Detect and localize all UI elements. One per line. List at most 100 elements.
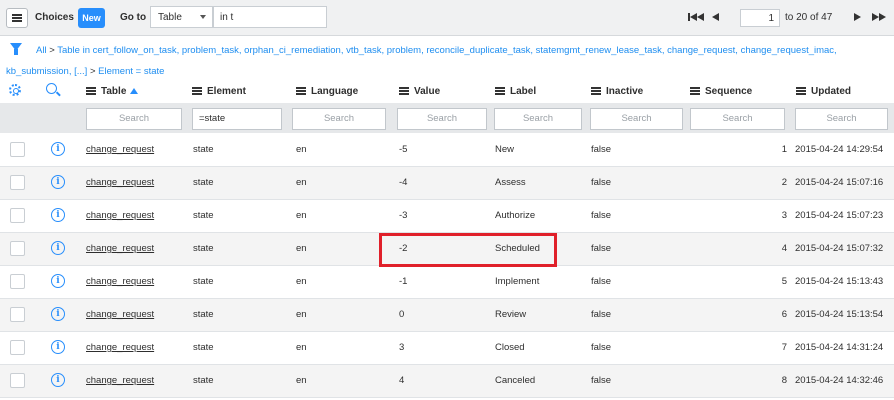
- goto-search-input[interactable]: in t: [213, 6, 327, 28]
- search-input-table[interactable]: Search: [86, 108, 182, 130]
- column-header-updated[interactable]: Updated: [796, 81, 851, 101]
- info-icon[interactable]: i: [51, 307, 65, 321]
- goto-label: Go to: [120, 12, 147, 23]
- cell-sequence: 4: [781, 243, 787, 254]
- cell-element: state: [193, 375, 214, 386]
- previous-page-button[interactable]: [712, 13, 719, 24]
- cell-value: -4: [399, 177, 408, 188]
- cell-sequence: 6: [781, 309, 787, 320]
- search-icon[interactable]: [46, 83, 57, 94]
- cell-label: Closed: [495, 342, 525, 353]
- cell-language: en: [296, 309, 307, 320]
- search-input-element[interactable]: =state: [192, 108, 282, 130]
- cell-label: Assess: [495, 177, 526, 188]
- cell-inactive: false: [591, 144, 612, 155]
- breadcrumb: All > Table in cert_follow_on_task, prob…: [36, 45, 837, 56]
- choices-label[interactable]: Choices: [35, 12, 74, 23]
- column-header-inactive[interactable]: Inactive: [591, 81, 643, 101]
- cell-table[interactable]: change_request: [86, 309, 154, 320]
- column-menu-icon[interactable]: [591, 90, 601, 92]
- cell-inactive: false: [591, 276, 612, 287]
- last-page-button[interactable]: [872, 13, 886, 24]
- table-row[interactable]: i change_request state en -4 Assess false 2 2015…: [0, 167, 894, 200]
- row-checkbox[interactable]: [10, 241, 25, 256]
- row-checkbox[interactable]: [10, 208, 25, 223]
- table-row[interactable]: i change_request state en 0 Review false 6 2015-…: [0, 299, 894, 332]
- cell-table[interactable]: change_request: [86, 243, 154, 254]
- breadcrumb-all[interactable]: All: [36, 45, 47, 56]
- cell-element: state: [193, 243, 214, 254]
- cell-table[interactable]: change_request: [86, 342, 154, 353]
- column-header-label[interactable]: Label: [495, 81, 536, 101]
- column-header-value[interactable]: Value: [399, 81, 440, 101]
- cell-updated: 2015-04-24 15:07:16: [795, 177, 884, 188]
- cell-value: -5: [399, 144, 408, 155]
- search-input-language[interactable]: Search: [292, 108, 386, 130]
- breadcrumb-table-condition[interactable]: Table in cert_follow_on_task, problem_ta…: [57, 45, 836, 56]
- column-menu-icon[interactable]: [192, 90, 202, 92]
- goto-field-value: Table: [158, 12, 182, 23]
- cell-updated: 2015-04-24 15:13:43: [795, 276, 884, 287]
- column-menu-icon[interactable]: [399, 90, 409, 92]
- column-menu-icon[interactable]: [86, 90, 96, 92]
- search-input-sequence[interactable]: Search: [690, 108, 785, 130]
- row-checkbox[interactable]: [10, 175, 25, 190]
- page-number-input[interactable]: 1: [740, 9, 780, 27]
- info-icon[interactable]: i: [51, 142, 65, 156]
- cell-element: state: [193, 276, 214, 287]
- row-checkbox[interactable]: [10, 307, 25, 322]
- cell-language: en: [296, 210, 307, 221]
- search-input-updated[interactable]: Search: [795, 108, 888, 130]
- search-input-label[interactable]: Search: [494, 108, 582, 130]
- table-row[interactable]: i change_request state en 4 Canceled false 8 201…: [0, 365, 894, 398]
- info-icon[interactable]: i: [51, 241, 65, 255]
- cell-table[interactable]: change_request: [86, 144, 154, 155]
- search-input-inactive[interactable]: Search: [590, 108, 683, 130]
- info-icon[interactable]: i: [51, 274, 65, 288]
- table-row[interactable]: i change_request state en -3 Authorize false 3 2…: [0, 200, 894, 233]
- breadcrumb-element-condition[interactable]: Element = state: [98, 66, 164, 77]
- info-icon[interactable]: i: [51, 208, 65, 222]
- row-checkbox[interactable]: [10, 340, 25, 355]
- table-row[interactable]: i change_request state en -1 Implement false 5 2…: [0, 266, 894, 299]
- column-header-element[interactable]: Element: [192, 81, 246, 101]
- cell-table[interactable]: change_request: [86, 177, 154, 188]
- breadcrumb-table-condition-cont[interactable]: kb_submission, [...]: [6, 66, 87, 77]
- filter-funnel-stem: [14, 49, 18, 55]
- column-menu-icon[interactable]: [495, 90, 505, 92]
- cell-table[interactable]: change_request: [86, 375, 154, 386]
- info-icon[interactable]: i: [51, 340, 65, 354]
- cell-element: state: [193, 210, 214, 221]
- row-checkbox[interactable]: [10, 142, 25, 157]
- goto-field-select[interactable]: Table: [150, 6, 213, 28]
- cell-label: Review: [495, 309, 527, 320]
- column-header-sequence[interactable]: Sequence: [690, 81, 752, 101]
- column-menu-icon[interactable]: [690, 90, 700, 92]
- context-menu-button[interactable]: [6, 8, 28, 28]
- search-input-value[interactable]: Search: [397, 108, 487, 130]
- last-page-icon: [872, 13, 879, 21]
- cell-value: -3: [399, 210, 408, 221]
- breadcrumb-separator: >: [49, 45, 55, 56]
- new-button[interactable]: New: [78, 8, 105, 28]
- cell-table[interactable]: change_request: [86, 276, 154, 287]
- column-menu-icon[interactable]: [296, 90, 306, 92]
- cell-table[interactable]: change_request: [86, 210, 154, 221]
- cell-element: state: [193, 309, 214, 320]
- cell-language: en: [296, 177, 307, 188]
- previous-page-icon: [712, 13, 719, 21]
- gear-icon[interactable]: [9, 84, 21, 96]
- hamburger-icon: [12, 17, 22, 19]
- next-page-button[interactable]: [854, 13, 861, 24]
- column-header-language[interactable]: Language: [296, 81, 358, 101]
- column-header-table[interactable]: Table: [86, 81, 139, 101]
- row-checkbox[interactable]: [10, 274, 25, 289]
- column-menu-icon[interactable]: [796, 90, 806, 92]
- table-row[interactable]: i change_request state en -5 New false 1 2015-04…: [0, 134, 894, 167]
- cell-label: New: [495, 144, 515, 155]
- info-icon[interactable]: i: [51, 373, 65, 387]
- row-checkbox[interactable]: [10, 373, 25, 388]
- info-icon[interactable]: i: [51, 175, 65, 189]
- first-page-button[interactable]: [688, 13, 704, 24]
- table-row[interactable]: i change_request state en 3 Closed false 7 2015-…: [0, 332, 894, 365]
